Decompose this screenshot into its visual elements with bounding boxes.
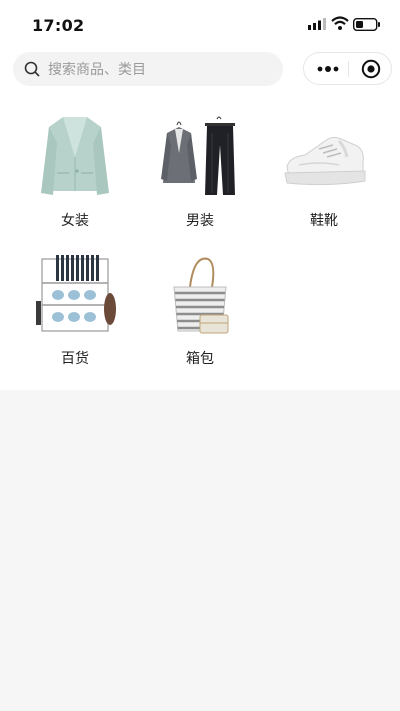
category-label: 男装 [186, 213, 214, 229]
search-icon [24, 61, 40, 77]
category-item-bags[interactable]: 箱包 [138, 248, 262, 368]
status-time: 17:02 [32, 16, 85, 35]
category-label: 百货 [61, 351, 89, 367]
status-bar: 17:02 [0, 0, 400, 48]
category-item-shoes[interactable]: 鞋靴 [262, 110, 386, 230]
category-label: 鞋靴 [310, 213, 338, 229]
sneaker-image [284, 136, 366, 186]
category-image [27, 110, 123, 202]
suit-image [161, 116, 235, 195]
category-image [276, 110, 372, 202]
category-label: 箱包 [186, 351, 214, 367]
search-placeholder: 搜索商品、类目 [48, 62, 146, 78]
search-bar[interactable]: 搜索商品、类目 [13, 52, 283, 86]
battery-icon [353, 18, 380, 31]
more-icon[interactable] [317, 63, 339, 75]
category-item-women[interactable]: 女装 [13, 110, 137, 230]
tote-bag-image [173, 257, 229, 334]
wifi-icon [331, 16, 349, 30]
category-image [152, 110, 248, 202]
capsule-divider [348, 61, 349, 77]
category-label: 女装 [61, 213, 89, 229]
close-target-icon[interactable] [361, 59, 381, 79]
category-item-household[interactable]: 百货 [13, 248, 137, 368]
mini-program-capsule [303, 52, 392, 85]
dish-rack-image [36, 255, 116, 332]
content-panel: 17:02 搜索商品、类目 女装 男装 鞋靴 百货 箱包 [0, 0, 400, 390]
category-item-men[interactable]: 男装 [138, 110, 262, 230]
category-image [152, 248, 248, 340]
signal-icon [308, 18, 326, 30]
blazer-image [41, 117, 109, 195]
category-image [27, 248, 123, 340]
